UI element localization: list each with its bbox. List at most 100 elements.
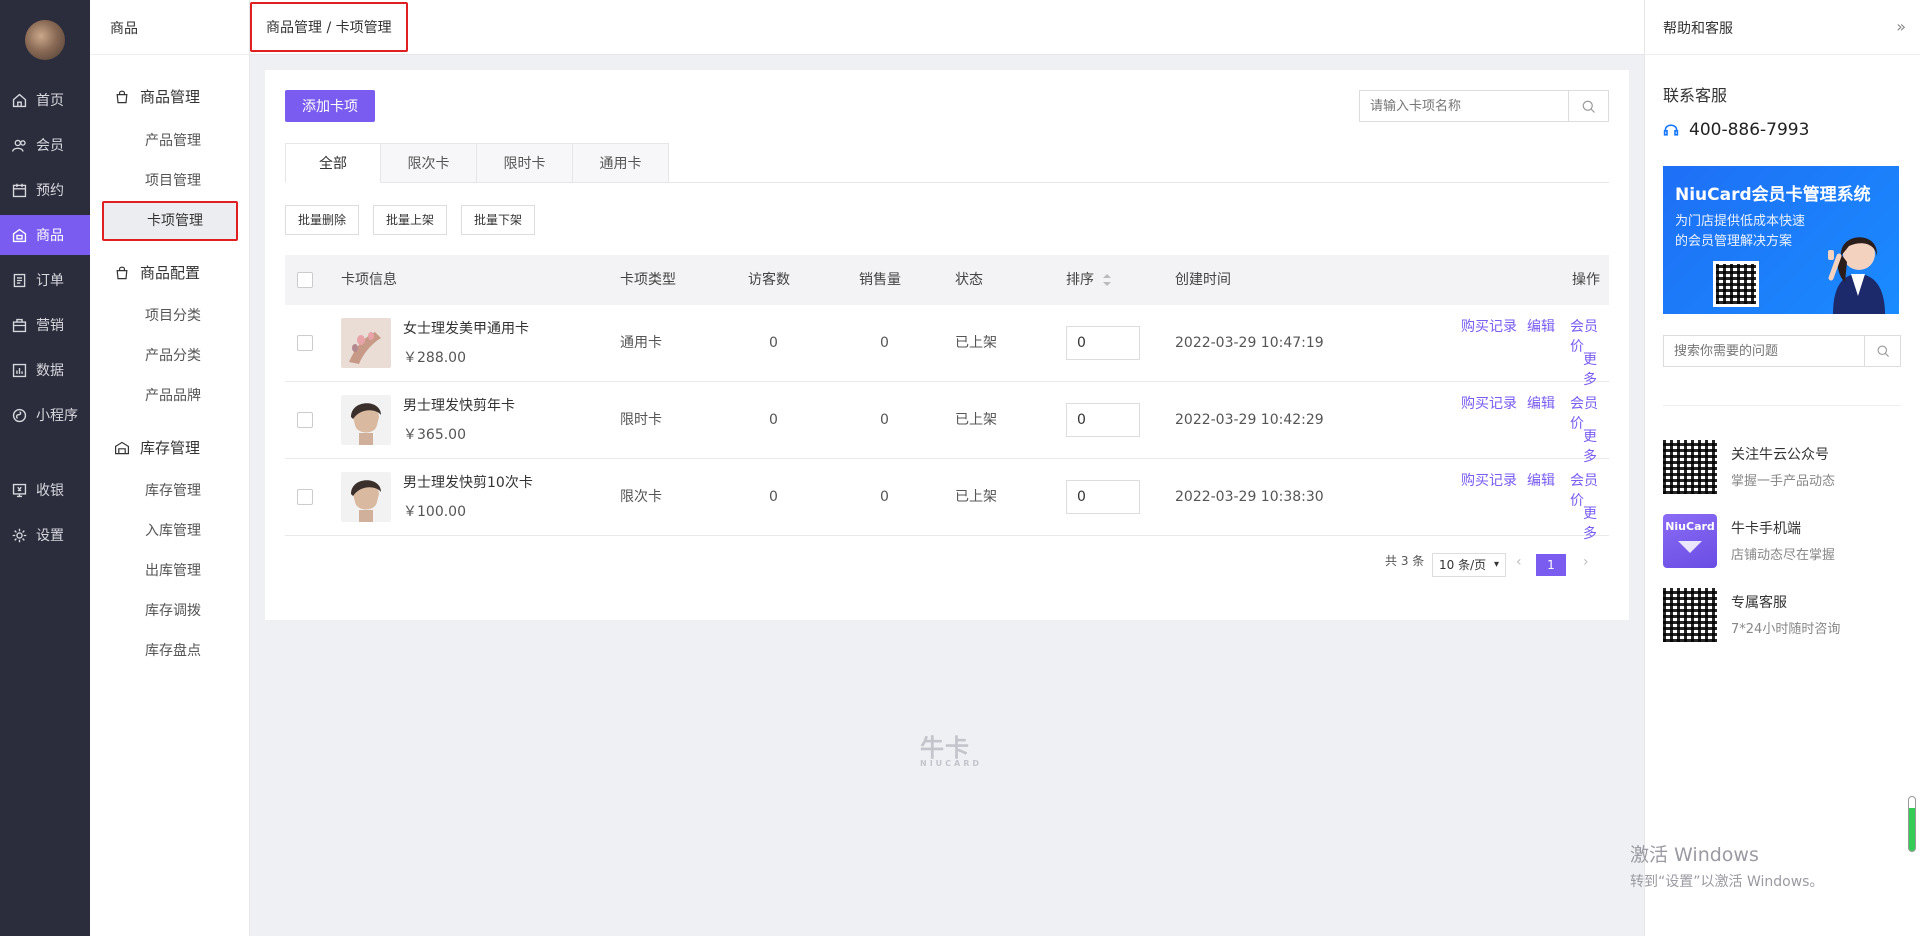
nav-item-booking[interactable]: 预约 bbox=[0, 170, 90, 210]
nav-item-members[interactable]: 会员 bbox=[0, 125, 90, 165]
sort-input[interactable] bbox=[1066, 403, 1140, 437]
card-thumbnail[interactable] bbox=[341, 395, 391, 445]
sidebar-group-product-config: 商品配置 bbox=[114, 262, 200, 283]
bulk-list-button[interactable]: 批量上架 bbox=[373, 205, 448, 235]
nav-item-label: 营销 bbox=[36, 318, 64, 334]
sort-input[interactable] bbox=[1066, 326, 1140, 360]
edit-link[interactable]: 编辑 bbox=[1527, 316, 1555, 336]
page-size-select[interactable]: 10 条/页 ▾ bbox=[1432, 553, 1506, 577]
row-checkbox[interactable] bbox=[297, 489, 313, 505]
card-type: 限次卡 bbox=[620, 489, 662, 505]
prev-page-button[interactable]: ‹ bbox=[1516, 554, 1522, 570]
card-name[interactable]: 男士理发快剪年卡 bbox=[403, 395, 515, 415]
purchase-records-link[interactable]: 购买记录 bbox=[1461, 470, 1517, 490]
sidebar-item-inventory[interactable]: 库存管理 bbox=[90, 471, 250, 511]
card-thumbnail[interactable] bbox=[341, 472, 391, 522]
banner-title: NiuCard会员卡管理系统 bbox=[1675, 185, 1871, 205]
sidebar-item-project-category[interactable]: 项目分类 bbox=[90, 296, 250, 336]
search-button[interactable] bbox=[1568, 91, 1608, 121]
row-checkbox[interactable] bbox=[297, 335, 313, 351]
divider bbox=[1663, 405, 1901, 406]
header-sales: 销售量 bbox=[859, 272, 901, 288]
header-status: 状态 bbox=[955, 272, 983, 288]
help-search-button[interactable] bbox=[1864, 336, 1900, 366]
sidebar-item-project[interactable]: 项目管理 bbox=[90, 161, 250, 201]
card-name[interactable]: 男士理发快剪10次卡 bbox=[403, 472, 533, 492]
sidebar-item-product-brand[interactable]: 产品品牌 bbox=[90, 376, 250, 416]
status-badge: 已上架 bbox=[955, 412, 997, 428]
edit-link[interactable]: 编辑 bbox=[1527, 470, 1555, 490]
help-item-name: 专属客服 bbox=[1731, 595, 1787, 611]
scroll-indicator[interactable] bbox=[1908, 796, 1916, 852]
sidebar-group-label: 商品配置 bbox=[140, 264, 201, 282]
sales-count: 0 bbox=[880, 335, 889, 351]
purchase-records-link[interactable]: 购买记录 bbox=[1461, 316, 1517, 336]
logo-subtext: NIUCARD bbox=[920, 759, 983, 768]
sidebar-item-stock-transfer[interactable]: 库存调拨 bbox=[90, 591, 250, 631]
search-icon bbox=[1877, 345, 1889, 357]
tab-limited-time[interactable]: 限时卡 bbox=[477, 143, 573, 183]
tab-universal[interactable]: 通用卡 bbox=[573, 143, 669, 183]
card-price: ￥100.00 bbox=[403, 504, 466, 520]
order-icon bbox=[10, 271, 28, 289]
header-sort[interactable]: 排序 bbox=[1066, 255, 1112, 305]
card-price: ￥288.00 bbox=[403, 350, 466, 366]
created-time: 2022-03-29 10:47:19 bbox=[1175, 335, 1324, 351]
select-all-checkbox[interactable] bbox=[297, 272, 313, 288]
sidebar-item-product[interactable]: 产品管理 bbox=[90, 121, 250, 161]
tab-all[interactable]: 全部 bbox=[285, 143, 381, 183]
card-name[interactable]: 女士理发美甲通用卡 bbox=[403, 318, 529, 338]
phone-number: 400-886-7993 bbox=[1689, 120, 1810, 140]
help-item-mobile-app[interactable]: NiuCard 牛卡手机端 店铺动态尽在掌握 bbox=[1663, 514, 1903, 570]
avatar[interactable] bbox=[25, 20, 65, 60]
next-page-button[interactable]: › bbox=[1583, 554, 1589, 570]
nav-item-marketing[interactable]: 营销 bbox=[0, 305, 90, 345]
card-thumbnail[interactable] bbox=[341, 318, 391, 368]
promo-banner[interactable]: NiuCard会员卡管理系统 为门店提供低成本快速 的会员管理解决方案 bbox=[1663, 166, 1899, 314]
sidebar-item-stock-in[interactable]: 入库管理 bbox=[90, 511, 250, 551]
help-item-name: 牛卡手机端 bbox=[1731, 521, 1801, 537]
bulk-delete-button[interactable]: 批量删除 bbox=[285, 205, 360, 235]
pagination-total: 共 3 条 bbox=[1385, 554, 1425, 568]
visitor-count: 0 bbox=[769, 412, 778, 428]
help-search-input[interactable] bbox=[1664, 336, 1864, 366]
nav-item-label: 预约 bbox=[36, 183, 64, 199]
sidebar-item-stock-count[interactable]: 库存盘点 bbox=[90, 631, 250, 671]
collapse-panel-button[interactable]: » bbox=[1896, 17, 1906, 36]
headset-icon bbox=[1663, 124, 1679, 136]
sidebar-group-label: 商品管理 bbox=[140, 88, 201, 106]
nav-item-products[interactable]: 商品 bbox=[0, 215, 90, 255]
add-card-button[interactable]: 添加卡项 bbox=[285, 90, 375, 122]
support-agent-illustration bbox=[1828, 237, 1885, 314]
qr-code-icon bbox=[1713, 261, 1759, 307]
table-header: 卡项信息 卡项类型 访客数 销售量 状态 排序 创建时间 操作 bbox=[285, 255, 1609, 305]
page-number-button[interactable]: 1 bbox=[1536, 554, 1566, 576]
nav-item-settings[interactable]: 设置 bbox=[0, 515, 90, 555]
home-icon bbox=[10, 91, 28, 109]
edit-link[interactable]: 编辑 bbox=[1527, 393, 1555, 413]
tab-limited-times[interactable]: 限次卡 bbox=[381, 143, 477, 183]
nav-item-home[interactable]: 首页 bbox=[0, 80, 90, 120]
breadcrumb[interactable]: 商品管理 / 卡项管理 bbox=[250, 2, 408, 52]
nav-item-miniapp[interactable]: 小程序 bbox=[0, 395, 90, 435]
header-ops: 操作 bbox=[1572, 272, 1600, 288]
status-badge: 已上架 bbox=[955, 335, 997, 351]
sidebar-group-label: 库存管理 bbox=[140, 439, 201, 457]
sidebar-item-card[interactable]: 卡项管理 bbox=[102, 201, 238, 241]
sidebar-item-stock-out[interactable]: 出库管理 bbox=[90, 551, 250, 591]
nav-item-orders[interactable]: 订单 bbox=[0, 260, 90, 300]
help-item-exclusive-support[interactable]: 专属客服 7*24小时随时咨询 bbox=[1663, 588, 1903, 644]
purchase-records-link[interactable]: 购买记录 bbox=[1461, 393, 1517, 413]
help-item-desc: 7*24小时随时咨询 bbox=[1731, 622, 1841, 637]
row-checkbox[interactable] bbox=[297, 412, 313, 428]
niucard-app-icon: NiuCard bbox=[1663, 514, 1717, 568]
sidebar-item-product-category[interactable]: 产品分类 bbox=[90, 336, 250, 376]
bulk-unlist-button[interactable]: 批量下架 bbox=[461, 205, 536, 235]
nav-item-data[interactable]: 数据 bbox=[0, 350, 90, 390]
sort-input[interactable] bbox=[1066, 480, 1140, 514]
search-input[interactable] bbox=[1360, 91, 1568, 121]
help-item-official-account[interactable]: 关注牛云公众号 掌握一手产品动态 bbox=[1663, 440, 1903, 496]
more-link[interactable]: 更多 bbox=[1583, 503, 1609, 543]
nav-item-label: 设置 bbox=[36, 528, 64, 544]
nav-item-cashier[interactable]: 收银 bbox=[0, 470, 90, 510]
